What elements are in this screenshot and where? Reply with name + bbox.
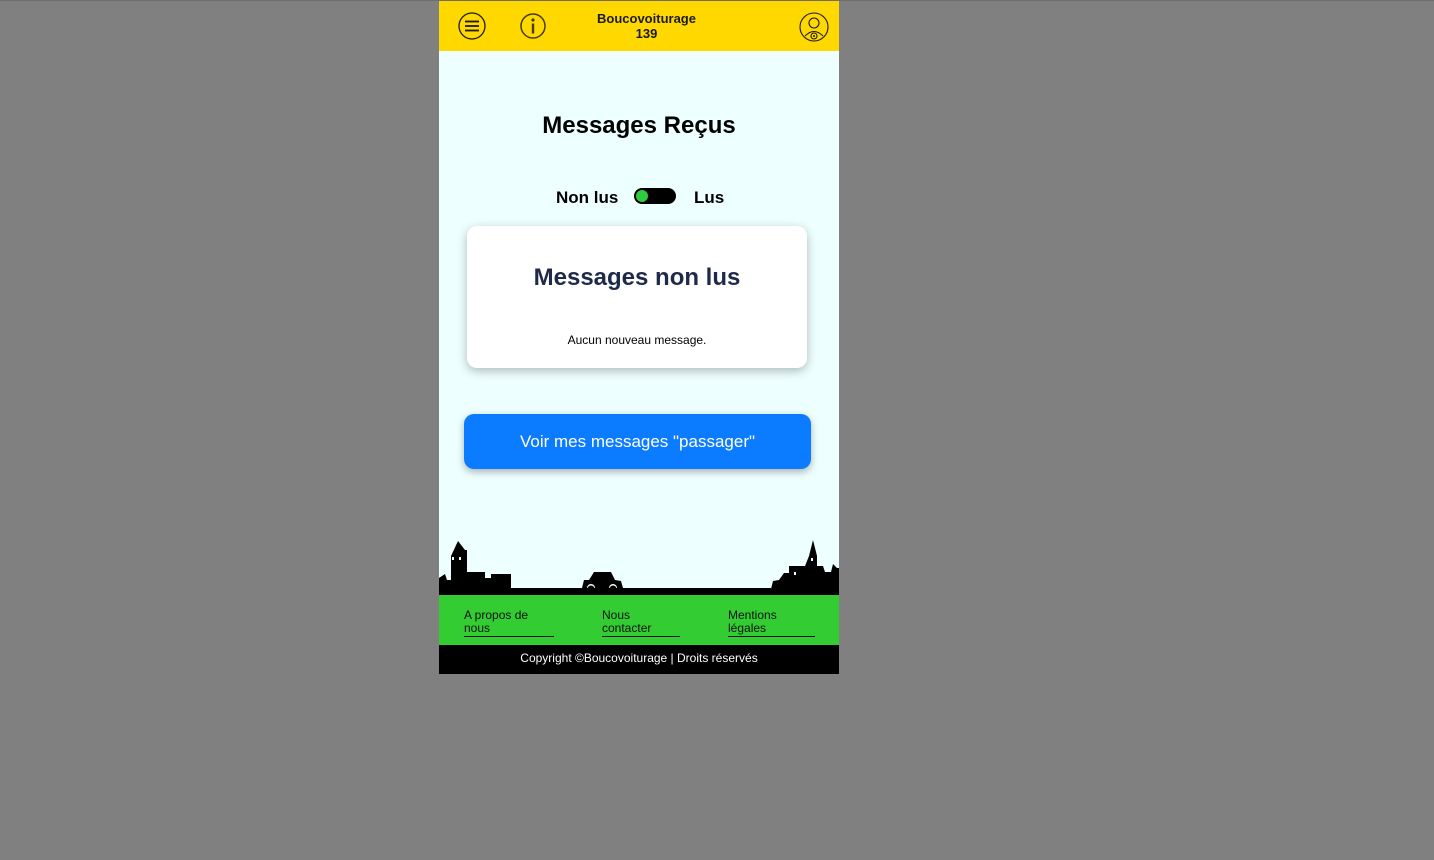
footer-link-about-line2: nous: [464, 621, 491, 635]
toggle-knob: [636, 190, 648, 202]
footer-link-about-line1: A propos de: [464, 608, 529, 622]
footer-links-bar: A propos de nous Nous contacter Mentions…: [439, 595, 839, 645]
footer-link-legal-line2: légales: [728, 621, 767, 635]
footer-link-legal[interactable]: Mentions légales: [728, 609, 815, 637]
read-unread-toggle-switch[interactable]: [634, 188, 676, 204]
toggle-label-unread: Non lus: [556, 188, 619, 207]
user-profile-icon[interactable]: [799, 12, 829, 42]
empty-state-text: Aucun nouveau message.: [567, 333, 707, 347]
card-title: Messages non lus: [533, 264, 741, 291]
footer-link-contact-line2: contacter: [602, 621, 652, 635]
messages-card: Messages non lus Aucun nouveau message.: [467, 226, 807, 368]
page-title: Messages Reçus: [542, 112, 736, 139]
hamburger-menu-icon[interactable]: [458, 12, 486, 40]
footer-link-contact[interactable]: Nous contacter: [602, 609, 680, 637]
copyright-text: Copyright ©Boucovoiturage | Droits réser…: [439, 645, 839, 674]
brand-name: Boucovoiturage: [597, 11, 696, 26]
town-skyline-illustration: [439, 540, 839, 595]
info-icon[interactable]: [519, 12, 547, 40]
footer-link-legal-line1: Mentions: [728, 608, 777, 622]
brand-count: 139: [635, 26, 658, 41]
brand-title: Boucovoiturage 139: [569, 11, 724, 41]
footer-link-contact-line1: Nous: [602, 608, 631, 622]
mobile-viewport: Boucovoiturage 139 Messages Reçus Non lu…: [439, 1, 839, 674]
read-filter-toggle-row: Non lus Lus: [439, 186, 839, 208]
toggle-label-read: Lus: [694, 188, 725, 207]
footer-link-about[interactable]: A propos de nous: [464, 609, 554, 637]
app-header: Boucovoiturage 139: [439, 1, 839, 51]
view-passenger-messages-button[interactable]: Voir mes messages "passager": [464, 414, 811, 469]
